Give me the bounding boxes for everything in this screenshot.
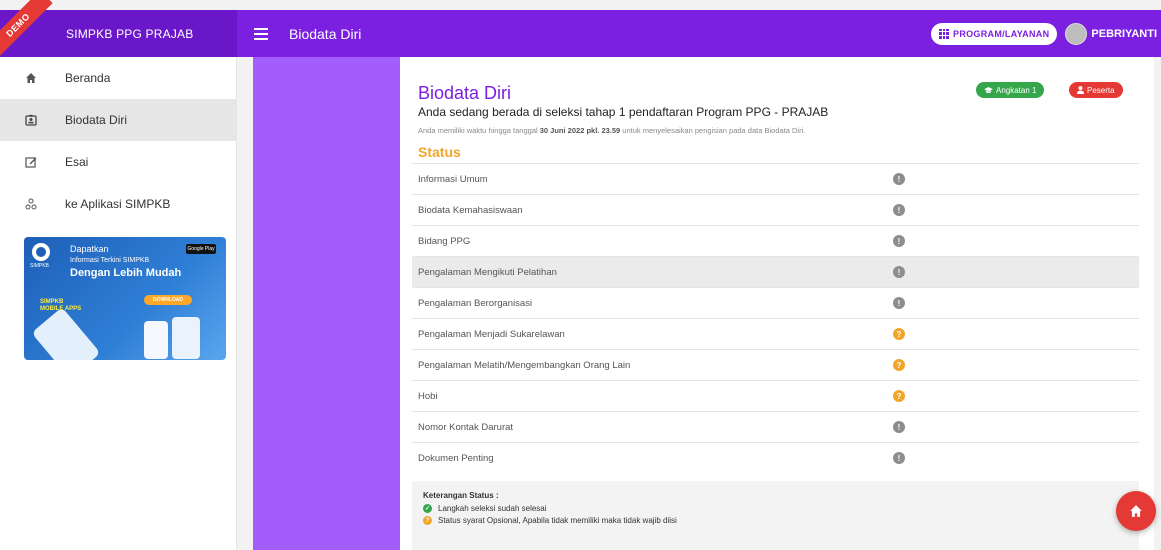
user-menu[interactable]: PEBRIYANTI [1065,22,1161,45]
deadline-note: Anda memiliki waktu hingga tanggal 30 Ju… [418,126,805,135]
apps-icon [24,197,38,211]
status-row-label: Hobi [418,390,438,402]
google-play-badge: Google Play [186,244,216,254]
status-row-label: Pengalaman Melatih/Mengembangkan Orang L… [418,359,631,371]
status-row-label: Biodata Kemahasiswaan [418,204,523,216]
status-incomplete-icon: ! [893,204,905,216]
banner-logo-text: SIMPKB [30,263,49,269]
legend-text: Langkah seleksi sudah selesai [438,504,547,513]
status-row-label: Pengalaman Berorganisasi [418,297,533,309]
legend-item: ? Status syarat Opsional, Apabila tidak … [423,516,1139,525]
status-row-label: Dokumen Penting [418,452,494,464]
stage-subtitle: Anda sedang berada di seleksi tahap 1 pe… [418,105,829,119]
banner-heading: Dapatkan [70,244,109,254]
home-icon [24,71,38,85]
sidebar-item-label: Esai [65,155,89,169]
banner-download-button[interactable]: DOWNLOAD [144,295,192,305]
main-content-card: Biodata Diri Angkatan 1 Peserta Anda sed… [400,57,1154,550]
banner-line2: Dengan Lebih Mudah [70,267,182,279]
decorative-column [253,57,400,550]
user-icon [1077,86,1084,94]
legend-title: Keterangan Status : [423,491,499,500]
sidebar-item-biodata-diri[interactable]: Biodata Diri [0,99,236,141]
legend-item: ✓ Langkah seleksi sudah selesai [423,504,1139,513]
optional-circle-icon: ? [423,516,432,525]
demo-ribbon: DEMO [0,0,53,60]
status-incomplete-icon: ! [893,235,905,247]
sidebar-item-esai[interactable]: Esai [0,141,236,183]
status-optional-icon: ? [893,390,905,402]
status-incomplete-icon: ! [893,421,905,433]
top-bar: DEMO SIMPKB PPG PRAJAB Biodata Diri PROG… [0,0,1161,60]
home-fab-button[interactable] [1116,491,1156,531]
mobile-app-banner[interactable]: SIMPKB Google Play Dapatkan Informasi Te… [24,237,226,360]
graduation-cap-icon [984,86,993,93]
status-row-label: Pengalaman Mengikuti Pelatihan [418,266,557,278]
hamburger-menu-icon[interactable] [254,27,268,40]
check-circle-icon: ✓ [423,504,432,513]
home-icon [1130,505,1142,517]
sidebar: Beranda Biodata Diri Esai ke Aplikasi SI… [0,57,237,550]
status-incomplete-icon: ! [893,297,905,309]
phone-illustration [172,317,200,359]
sidebar-item-aplikasi-simpkb[interactable]: ke Aplikasi SIMPKB [0,183,236,225]
angkatan-label: Angkatan 1 [996,85,1037,95]
status-heading: Status [418,144,461,160]
sidebar-item-label: Beranda [65,71,111,85]
status-row-melatih[interactable]: Pengalaman Melatih/Mengembangkan Orang L… [412,349,1139,380]
peserta-badge[interactable]: Peserta [1069,82,1123,98]
sidebar-item-label: Biodata Diri [65,113,128,127]
angkatan-badge[interactable]: Angkatan 1 [976,82,1045,98]
banner-line1: Informasi Terkini SIMPKB [70,257,150,264]
legend-text: Status syarat Opsional, Apabila tidak me… [438,516,677,525]
phone-illustration [144,321,168,359]
status-row-berorganisasi[interactable]: Pengalaman Berorganisasi! [412,287,1139,318]
status-optional-icon: ? [893,359,905,371]
deadline-note-suffix: untuk menyelesaikan pengisian pada data … [620,126,806,135]
banner-app-label: SIMPKB MOBILE APPS [40,299,82,312]
id-badge-icon [24,113,38,127]
status-row-bidang-ppg[interactable]: Bidang PPG! [412,225,1139,256]
page-header-title: Biodata Diri [289,25,362,42]
simpkb-logo-icon [32,243,50,261]
peserta-label: Peserta [1087,85,1115,95]
topbar-actions: PROGRAM/LAYANAN PEBRIYANTI [931,22,1161,45]
grid-icon [939,28,950,39]
program-layanan-button[interactable]: PROGRAM/LAYANAN [931,22,1058,45]
status-optional-icon: ? [893,328,905,340]
page-title: Biodata Diri [418,83,512,103]
status-incomplete-icon: ! [893,452,905,464]
status-row-dokumen-penting[interactable]: Dokumen Penting! [412,442,1139,473]
status-row-informasi-umum[interactable]: Informasi Umum! [412,163,1139,194]
app-root: DEMO SIMPKB PPG PRAJAB Biodata Diri PROG… [0,0,1161,550]
status-row-label: Informasi Umum [418,173,488,185]
brand-title[interactable]: SIMPKB PPG PRAJAB [66,27,193,41]
avatar [1065,22,1088,45]
status-row-hobi[interactable]: Hobi? [412,380,1139,411]
edit-icon [24,155,38,169]
user-name: PEBRIYANTI [1091,27,1157,40]
deadline-note-prefix: Anda memiliki waktu hingga tanggal [418,126,540,135]
program-layanan-label: PROGRAM/LAYANAN [953,28,1050,39]
status-row-label: Pengalaman Menjadi Sukarelawan [418,328,565,340]
status-table: Informasi Umum! Biodata Kemahasiswaan! B… [412,163,1139,473]
status-legend: Keterangan Status : ✓ Langkah seleksi su… [412,481,1139,550]
phone-illustration [31,307,101,360]
status-row-biodata-kemahasiswaan[interactable]: Biodata Kemahasiswaan! [412,194,1139,225]
status-row-pelatihan[interactable]: Pengalaman Mengikuti Pelatihan! [412,256,1139,287]
brand-area: DEMO SIMPKB PPG PRAJAB [0,0,237,60]
sidebar-item-label: ke Aplikasi SIMPKB [65,197,171,211]
status-incomplete-icon: ! [893,266,905,278]
status-row-label: Bidang PPG [418,235,471,247]
status-incomplete-icon: ! [893,173,905,185]
status-row-label: Nomor Kontak Darurat [418,421,514,433]
sidebar-item-beranda[interactable]: Beranda [0,57,236,99]
deadline-date: 30 Juni 2022 pkl. 23.59 [539,126,621,135]
status-row-kontak-darurat[interactable]: Nomor Kontak Darurat! [412,411,1139,442]
status-row-sukarelawan[interactable]: Pengalaman Menjadi Sukarelawan? [412,318,1139,349]
